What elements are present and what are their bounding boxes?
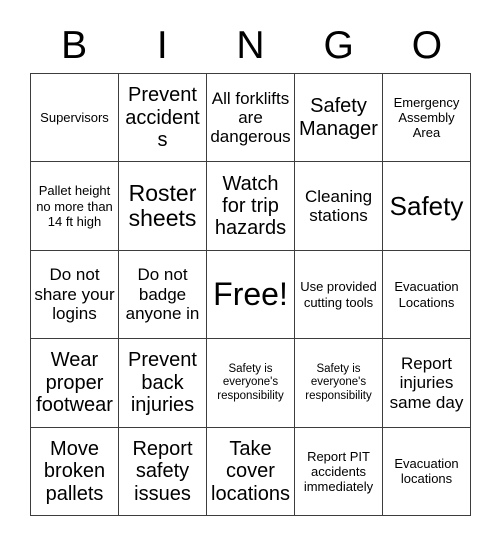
bingo-cell[interactable]: Prevent back injuries <box>119 339 207 428</box>
bingo-cell[interactable]: Safety <box>383 162 471 251</box>
bingo-cell-label: Safety is everyone's responsibility <box>305 362 372 402</box>
bingo-cell-label: Do not badge anyone in <box>125 265 200 324</box>
bingo-grid: Supervisors Prevent accidents All forklift… <box>30 73 471 517</box>
bingo-row: Do not share your logins Do not badge any… <box>31 250 471 340</box>
bingo-cell-label: Supervisors <box>40 110 109 126</box>
bingo-cell-label: Do not share your logins <box>34 265 115 324</box>
bingo-row: Wear proper footwear Prevent back injurie… <box>31 339 471 428</box>
bingo-cell[interactable]: Watch for trip hazards <box>207 162 295 251</box>
bingo-cell[interactable]: Evacuation Locations <box>383 250 471 340</box>
bingo-row: Supervisors Prevent accidents All forklift… <box>31 74 471 163</box>
bingo-header-letter-n: N <box>236 24 265 67</box>
bingo-cell-free[interactable]: Free! <box>207 250 295 340</box>
bingo-cell-label: Safety is everyone's responsibility <box>217 362 284 402</box>
bingo-cell[interactable]: All forklifts are dangerous <box>207 74 295 163</box>
bingo-cell-label: Move broken pallets <box>43 437 106 505</box>
bingo-header-letter-o: O <box>411 24 443 67</box>
bingo-cell-label: Use provided cutting tools <box>300 279 377 310</box>
bingo-header-letter-i: I <box>156 24 168 67</box>
bingo-header-letter-b: B <box>61 24 88 67</box>
bingo-cell[interactable]: Do not badge anyone in <box>119 250 207 340</box>
bingo-header-row: BINGO <box>30 18 471 73</box>
bingo-header-letter-g: G <box>323 24 354 67</box>
bingo-cell-label: Report injuries same day <box>389 353 464 412</box>
bingo-cell[interactable]: Report PIT accidents immediately <box>295 427 383 517</box>
bingo-cell-label: Watch for trip hazards <box>214 172 287 240</box>
bingo-cell[interactable]: Report injuries same day <box>383 339 471 428</box>
bingo-cell[interactable]: Cleaning stations <box>295 162 383 251</box>
bingo-cell[interactable]: Supervisors <box>31 74 119 163</box>
bingo-cell[interactable]: Prevent accidents <box>119 74 207 163</box>
bingo-cell[interactable]: Report safety issues <box>119 427 207 517</box>
bingo-cell[interactable]: Emergency Assembly Area <box>383 74 471 163</box>
bingo-cell-label: Free! <box>213 275 288 312</box>
bingo-cell[interactable]: Safety is everyone's responsibility <box>207 339 295 428</box>
bingo-cell[interactable]: Move broken pallets <box>31 427 119 517</box>
bingo-cell-label: Prevent accidents <box>125 84 200 151</box>
bingo-row: Pallet height no more than 14 ft high Ros… <box>31 162 471 251</box>
bingo-cell[interactable]: Take cover locations <box>207 427 295 517</box>
bingo-card: B I N G O Supervisors Prevent accidents All fo… <box>0 0 500 544</box>
bingo-cell-label: Safety <box>389 191 464 222</box>
bingo-cell-label: Cleaning stations <box>304 186 373 226</box>
bingo-cell[interactable]: Roster sheets <box>119 162 207 251</box>
bingo-cell[interactable]: Pallet height no more than 14 ft high <box>31 162 119 251</box>
bingo-cell-label: Evacuation locations <box>394 456 459 487</box>
bingo-cell-label: Emergency Assembly Area <box>393 95 460 141</box>
bingo-cell[interactable]: Safety Manager <box>295 74 383 163</box>
bingo-cell-label: Safety Manager <box>299 95 378 140</box>
bingo-row: Move broken pallets Report safety issues T… <box>31 427 471 517</box>
bingo-cell[interactable]: Safety is everyone's responsibility <box>295 339 383 428</box>
bingo-cell-label: Wear proper footwear <box>36 349 113 417</box>
bingo-cell-label: Pallet height no more than 14 ft high <box>36 183 113 229</box>
bingo-cell-label: Report safety issues <box>132 437 193 505</box>
bingo-cell-label: Evacuation Locations <box>394 279 459 310</box>
bingo-cell-label: Roster sheets <box>128 179 197 232</box>
bingo-cell-label: Report PIT accidents immediately <box>303 448 374 494</box>
bingo-cell[interactable]: Do not share your logins <box>31 250 119 340</box>
bingo-cell[interactable]: Use provided cutting tools <box>295 250 383 340</box>
bingo-cell-label: Take cover locations <box>211 437 290 505</box>
bingo-cell-label: All forklifts are dangerous <box>210 88 291 147</box>
bingo-cell[interactable]: Evacuation locations <box>383 427 471 517</box>
bingo-cell[interactable]: Wear proper footwear <box>31 339 119 428</box>
bingo-cell-label: Prevent back injuries <box>128 349 197 417</box>
